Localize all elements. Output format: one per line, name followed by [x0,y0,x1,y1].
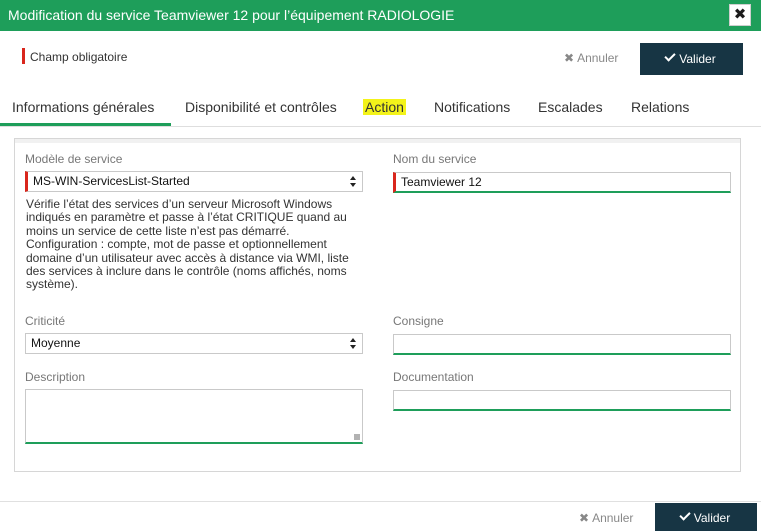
validate-label: Valider [693,511,731,525]
documentation-input[interactable] [393,390,731,411]
validate-button-bottom[interactable]: Valider [655,503,757,531]
tab-bar: Informations générales Disponibilité et … [0,92,761,127]
tab-availability-controls[interactable]: Disponibilité et contrôles [185,99,337,115]
service-model-select[interactable]: MS-WIN-ServicesList-Started [25,171,363,192]
description-paragraph: Configuration : compte, mot de passe et … [26,237,349,292]
validate-button-top[interactable]: Valider [640,43,743,75]
cancel-x-icon: ✖ [579,511,590,525]
dialog-title-bar: Modification du service Teamviewer 12 po… [0,0,761,31]
service-model-description: Vérifie l’état des services d’un serveur… [26,197,366,292]
check-icon [664,50,676,62]
service-name-value: Teamviewer 12 [401,175,482,189]
tab-general-info[interactable]: Informations générales [12,99,154,115]
instruction-input[interactable] [393,334,731,355]
select-arrows-icon [350,338,357,349]
close-button[interactable]: ✖ [729,4,751,26]
cancel-button-top[interactable]: ✖ Annuler [564,51,618,65]
close-icon: ✖ [733,6,747,23]
criticity-select[interactable]: Moyenne [25,333,363,354]
tab-relations[interactable]: Relations [631,99,689,115]
cancel-label: Annuler [577,51,619,65]
criticity-label: Criticité [25,314,66,328]
cancel-label: Annuler [592,511,634,525]
service-name-label: Nom du service [393,152,477,166]
service-model-label: Modèle de service [25,152,123,166]
active-tab-indicator [0,123,171,126]
service-name-input[interactable]: Teamviewer 12 [393,172,731,193]
validate-label: Valider [679,52,716,66]
required-marker [22,48,25,64]
description-label: Description [25,370,86,384]
cancel-button-bottom[interactable]: ✖ Annuler [579,511,633,525]
service-model-value: MS-WIN-ServicesList-Started [33,174,190,188]
tab-notifications[interactable]: Notifications [434,99,510,115]
description-paragraph: Vérifie l’état des services d’un serveur… [26,197,347,238]
description-textarea[interactable] [25,389,363,444]
check-icon [679,509,691,521]
tab-action[interactable]: Action [363,99,406,115]
required-hint: Champ obligatoire [30,50,128,64]
instruction-label: Consigne [393,314,444,328]
dialog-footer [0,501,761,531]
criticity-value: Moyenne [31,336,81,350]
tab-escalations[interactable]: Escalades [538,99,603,115]
select-arrows-icon [350,176,357,187]
documentation-label: Documentation [393,370,474,384]
dialog-title: Modification du service Teamviewer 12 po… [8,7,455,23]
cancel-x-icon: ✖ [564,51,575,65]
resize-grip-icon[interactable] [354,434,360,440]
